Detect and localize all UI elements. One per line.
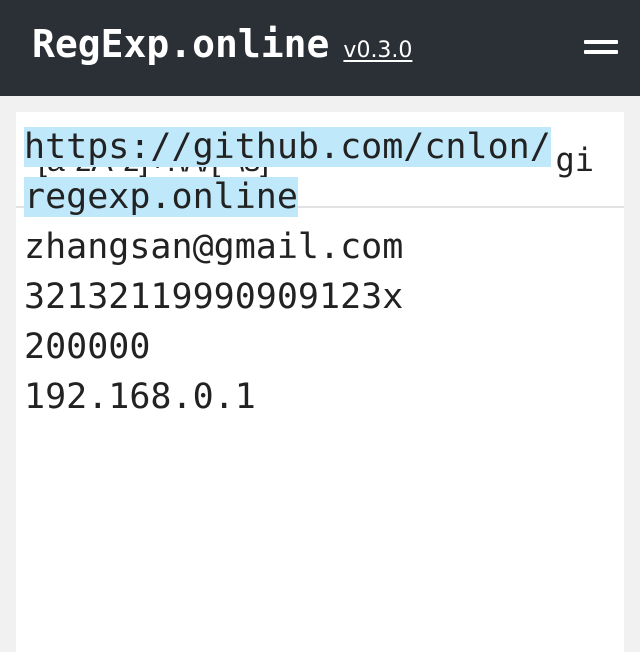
app-title: RegExp.online bbox=[32, 22, 330, 66]
text-line: https://github.com/cnlon/ bbox=[24, 122, 584, 172]
text-line: zhangsan@gmail.com bbox=[24, 227, 404, 267]
text-line: 192.168.0.1 bbox=[24, 377, 256, 417]
menu-bar-bottom bbox=[584, 50, 618, 54]
test-text-area[interactable]: https://github.com/cnlon/ regexp.online … bbox=[24, 122, 584, 422]
version-link[interactable]: v0.3.0 bbox=[343, 38, 412, 63]
text-line: regexp.online bbox=[24, 172, 584, 222]
hamburger-menu-icon[interactable] bbox=[584, 36, 618, 60]
app-header: RegExp.online v0.3.0 bbox=[0, 0, 640, 96]
text-line: 32132119990909123x bbox=[24, 277, 404, 317]
match-highlight: regexp.online bbox=[24, 177, 298, 217]
menu-bar-top bbox=[584, 40, 618, 44]
match-highlight: https://github.com/cnlon/ bbox=[24, 127, 551, 167]
brand: RegExp.online v0.3.0 bbox=[32, 22, 412, 74]
text-line: 200000 bbox=[24, 327, 151, 367]
